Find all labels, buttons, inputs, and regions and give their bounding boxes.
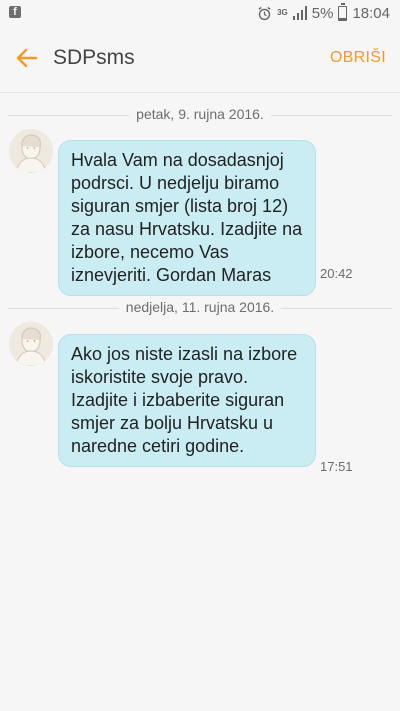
status-bar: f 3G 5% 18:04 (0, 0, 400, 26)
conversation-title: SDPsms (53, 46, 135, 69)
status-time: 18:04 (352, 4, 390, 22)
signal-icon (292, 6, 307, 20)
date-label: nedjelja, 11. rujna 2016. (118, 299, 282, 315)
message-bubble[interactable]: Hvala Vam na dosadasnjoj podrsci. U nedj… (58, 140, 316, 296)
back-arrow-icon (16, 48, 38, 68)
date-separator: nedjelja, 11. rujna 2016. (8, 298, 392, 318)
network-type: 3G (277, 8, 288, 17)
app-bar: SDPsms OBRIŠI (0, 26, 400, 92)
message-text: Ako jos niste izasli na izbore iskoristi… (71, 344, 298, 456)
message-time: 17:51 (320, 459, 353, 474)
date-label: petak, 9. rujna 2016. (129, 106, 271, 122)
message-time: 20:42 (320, 266, 353, 281)
status-left: f (9, 6, 21, 18)
back-button[interactable] (14, 45, 40, 71)
header-divider (0, 92, 400, 93)
alarm-icon (258, 6, 271, 20)
delete-button[interactable]: OBRIŠI (330, 49, 386, 67)
date-separator: petak, 9. rujna 2016. (8, 105, 392, 125)
contact-avatar-icon (9, 322, 53, 366)
facebook-icon: f (9, 6, 21, 18)
battery-icon (338, 2, 348, 21)
battery-percent: 5% (311, 4, 334, 22)
contact-avatar-icon (9, 129, 53, 173)
status-right: 3G 5% 18:04 (257, 2, 390, 23)
message-bubble[interactable]: Ako jos niste izasli na izbore iskoristi… (58, 334, 316, 467)
avatar[interactable] (9, 129, 53, 173)
avatar[interactable] (9, 322, 53, 366)
message-text: Hvala Vam na dosadasnjoj podrsci. U nedj… (71, 150, 303, 285)
